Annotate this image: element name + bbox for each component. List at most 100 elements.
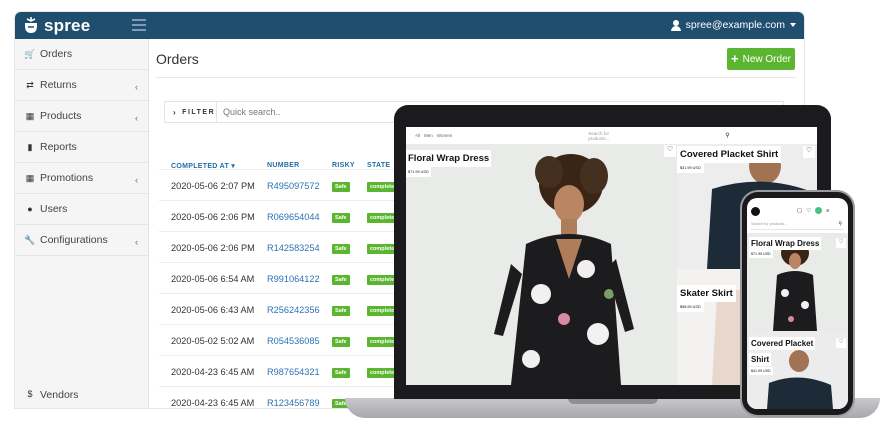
completed-at: 2020-05-06 2:06 PM	[171, 243, 255, 253]
sidebar-item-vendors[interactable]: $ Vendors	[15, 379, 148, 408]
sidebar-item-returns[interactable]: ⇄ Returns ‹	[15, 70, 148, 101]
sidebar-item-label: Reports	[40, 141, 77, 153]
completed-at: 2020-05-06 6:43 AM	[171, 305, 255, 315]
exchange-icon: ⇄	[26, 79, 34, 90]
sidebar-item-label: Products	[40, 110, 82, 122]
dollar-icon: $	[27, 389, 33, 399]
sidebar-item-label: Configurations	[40, 234, 108, 246]
divider	[156, 77, 796, 78]
sidebar-item-orders[interactable]: 🛒 Orders	[15, 39, 148, 70]
column-risky[interactable]: RISKY	[332, 162, 355, 169]
spree-logo[interactable]: spree	[23, 15, 90, 36]
completed-at: 2020-05-02 5:02 AM	[171, 336, 255, 346]
risk-badge: Safe	[332, 275, 350, 285]
order-number-link[interactable]: R987654321	[267, 367, 320, 377]
user-menu[interactable]: spree@example.com	[670, 19, 796, 31]
column-number[interactable]: NUMBER	[267, 162, 300, 169]
order-number-link[interactable]: R256242356	[267, 305, 320, 315]
phone-card2-price: $41.99 USD	[749, 367, 773, 375]
sidebar-item-label: Users	[40, 203, 68, 215]
order-number-link[interactable]: R991064122	[267, 274, 320, 284]
risk-badge: Safe	[332, 182, 350, 192]
search-icon[interactable]: ⚲	[725, 132, 729, 139]
risk-badge: Safe	[332, 368, 350, 378]
order-number-link[interactable]: R495097572	[267, 181, 320, 191]
completed-at: 2020-05-06 2:07 PM	[171, 181, 255, 191]
chevron-left-icon: ‹	[135, 82, 138, 92]
store-nav-links: All Men Women	[415, 133, 452, 138]
completed-at: 2020-04-23 6:45 AM	[171, 398, 255, 408]
completed-at: 2020-04-23 6:45 AM	[171, 367, 255, 377]
risk-badge: Safe	[332, 213, 350, 223]
heart-icon[interactable]: ♡	[806, 208, 811, 214]
side-bottom-price: $58.59 USD	[677, 302, 704, 312]
cart-icon[interactable]: ▢	[797, 208, 802, 214]
menu-icon[interactable]: ≡	[826, 208, 829, 214]
completed-at: 2020-05-06 6:54 AM	[171, 274, 255, 284]
model-photo	[406, 144, 677, 385]
chevron-left-icon: ‹	[135, 113, 138, 123]
caret-down-icon	[790, 23, 796, 27]
state-badge: complete	[367, 337, 398, 347]
avatar[interactable]	[815, 207, 823, 214]
page-title: Orders	[156, 51, 199, 67]
heart-icon[interactable]: ♡	[664, 145, 676, 157]
phone-card2-title: Covered Placket	[749, 337, 816, 350]
user-email: spree@example.com	[685, 19, 785, 31]
search-icon[interactable]: ⚲	[838, 220, 842, 229]
chevron-left-icon: ‹	[135, 175, 138, 185]
order-number-link[interactable]: R054536085	[267, 336, 320, 346]
risk-badge: Safe	[332, 306, 350, 316]
phone-card1-price: $71.99 USD	[749, 250, 773, 258]
sidebar-item-users[interactable]: ● Users	[15, 194, 148, 225]
wrench-icon: 🔧	[24, 234, 36, 245]
heart-icon[interactable]: ♡	[836, 338, 846, 348]
hero-product[interactable]: Floral Wrap Dress $71.99 USD ♡	[406, 144, 677, 385]
sidebar-item-label: Promotions	[40, 172, 94, 184]
store-logo-icon[interactable]	[751, 207, 760, 216]
phone-product-photos	[747, 233, 848, 409]
sidebar-item-label: Orders	[40, 48, 73, 60]
filter-toggle[interactable]: › FILTER	[165, 102, 217, 122]
chevron-left-icon: ‹	[135, 237, 138, 247]
file-icon: ▮	[27, 141, 33, 152]
state-badge: complete	[367, 306, 398, 316]
grid-icon: ▦	[25, 110, 35, 121]
user-icon	[670, 19, 681, 31]
order-number-link[interactable]: R069654044	[267, 212, 320, 222]
plus-icon: +	[731, 51, 739, 66]
sidebar-item-reports[interactable]: ▮ Reports	[15, 132, 148, 163]
sidebar-item-promotions[interactable]: ▦ Promotions ‹	[15, 163, 148, 194]
logo-text: spree	[44, 15, 91, 35]
risk-badge: Safe	[332, 244, 350, 254]
spree-logo-icon	[25, 17, 37, 33]
nav-link-men[interactable]: Men	[424, 133, 433, 138]
heart-icon[interactable]: ♡	[836, 238, 846, 248]
side-top-price: $31.99 USD	[677, 163, 704, 173]
menu-toggle-icon[interactable]	[132, 19, 146, 31]
order-number-link[interactable]: R123456789	[267, 398, 320, 408]
state-badge: complete	[367, 182, 398, 192]
store-search-input[interactable]: Search for products...	[588, 131, 609, 141]
top-navbar: spree spree@example.com	[15, 12, 804, 39]
sidebar-item-products[interactable]: ▦ Products ‹	[15, 101, 148, 132]
chevron-right-icon: ›	[173, 107, 178, 117]
nav-link-women[interactable]: Women	[437, 133, 452, 138]
order-number-link[interactable]: R142583254	[267, 243, 320, 253]
phone-search-input[interactable]: Search for products... ⚲	[751, 220, 844, 230]
column-state[interactable]: STATE	[367, 162, 390, 169]
phone-card1-title: Floral Wrap Dress	[749, 237, 822, 250]
phone-card2-title-line2: Shirt	[749, 353, 772, 366]
sidebar-item-label: Returns	[40, 79, 77, 91]
user-icon: ●	[27, 203, 33, 214]
state-badge: complete	[367, 368, 398, 378]
filter-label: FILTER	[182, 108, 216, 116]
risk-badge: Safe	[332, 337, 350, 347]
sidebar-item-configurations[interactable]: 🔧 Configurations ‹	[15, 225, 148, 256]
new-order-button[interactable]: + New Order	[727, 48, 795, 70]
side-top-title: Covered Placket Shirt	[677, 146, 782, 163]
state-badge: complete	[367, 213, 398, 223]
heart-icon[interactable]: ♡	[803, 146, 815, 158]
state-badge: complete	[367, 275, 398, 285]
phone-mockup: ▢ ♡ ≡ Search for products... ⚲ Floral Wr…	[742, 192, 853, 415]
